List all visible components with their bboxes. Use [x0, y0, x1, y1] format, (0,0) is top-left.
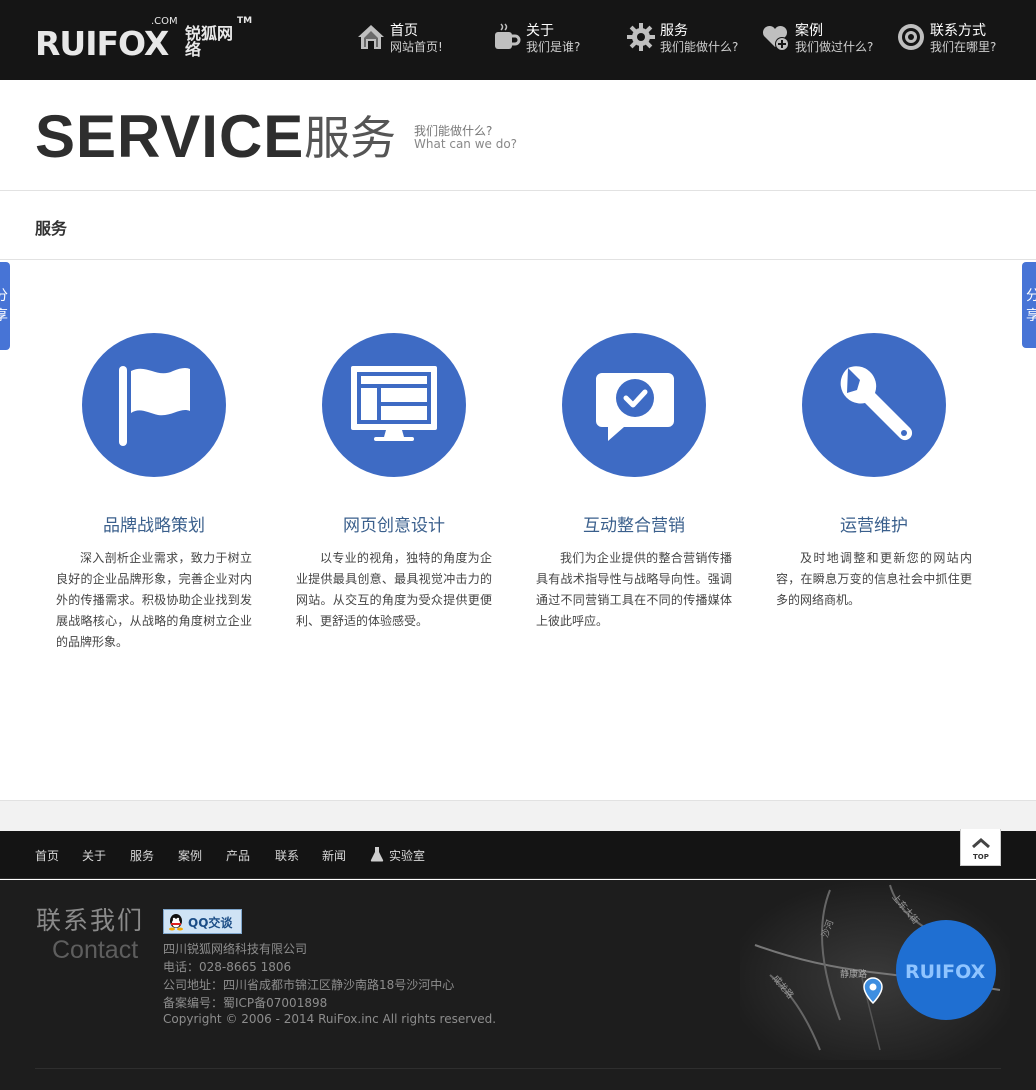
nav-title: 关于: [526, 23, 554, 39]
company-name: 四川锐狐网络科技有限公司: [163, 942, 308, 956]
footer-nav-service[interactable]: 服务: [130, 847, 154, 864]
page-title-en: SERVICE: [35, 103, 305, 170]
chat-check-icon: [596, 373, 674, 441]
footer-nav-products[interactable]: 产品: [226, 847, 250, 864]
copyright: Copyright © 2006 - 2014 RuiFox.inc All r…: [163, 1012, 497, 1026]
chevron-up-icon: [972, 838, 990, 849]
nav-title: 联系方式: [930, 23, 986, 39]
footer-nav-home[interactable]: 首页: [35, 847, 59, 864]
page-subtitle-en: What can we do?: [414, 137, 518, 151]
qq-chat-label: QQ交谈: [188, 916, 233, 930]
footer-nav-news[interactable]: 新闻: [322, 847, 346, 864]
map-badge: RUIFOX: [896, 920, 996, 1020]
nav-subtitle: 网站首页!: [390, 40, 443, 54]
share-label: 分享: [0, 288, 8, 324]
contact-heading-cn: 联系我们: [36, 906, 145, 935]
map-badge-text: RUIFOX: [905, 961, 986, 983]
flask-icon: [370, 847, 384, 862]
logo-tm: TM: [237, 16, 253, 26]
service-card-maintenance: 运营维护 及时地调整和更新您的网站内容，在瞬息万变的信息社会中抓住更多的网络商机…: [764, 333, 984, 611]
service-description: 及时地调整和更新您的网站内容，在瞬息万变的信息社会中抓住更多的网络商机。: [776, 551, 972, 607]
share-tab-left[interactable]: 分享: [0, 262, 10, 350]
flag-icon: [119, 366, 190, 446]
service-icon-circle: [802, 333, 946, 477]
service-title: 网页创意设计: [343, 516, 445, 536]
map-pin-icon: [863, 977, 883, 1005]
nav-subtitle: 我们是谁?: [526, 40, 581, 54]
service-card-web-design: 网页创意设计 以专业的视角，独特的角度为企业提供最具创意、最具视觉冲击力的网站。…: [284, 333, 504, 632]
service-icon-circle: [82, 333, 226, 477]
footer-nav: 首页 关于 服务 案例 产品 联系 新闻 实验室: [0, 831, 1036, 879]
service-title: 品牌战略策划: [103, 516, 205, 536]
service-title: 互动整合营销: [583, 516, 685, 536]
target-icon: [898, 24, 924, 50]
footer-nav-about[interactable]: 关于: [82, 847, 106, 864]
footer-nav-lab[interactable]: 实验室: [389, 847, 425, 864]
nav-title: 首页: [390, 23, 418, 39]
footer-divider: [35, 1068, 1001, 1069]
heart-plus-icon: [762, 25, 789, 51]
company-address: 公司地址：四川省成都市锦江区静沙南路18号沙河中心: [163, 978, 455, 992]
nav-title: 案例: [795, 23, 823, 39]
qq-penguin-icon: [169, 914, 183, 931]
logo-text: RUIFOX: [35, 24, 169, 63]
breadcrumb-current: 服务: [35, 219, 68, 238]
nav-subtitle: 我们做过什么?: [795, 40, 874, 54]
back-to-top-button[interactable]: TOP: [960, 829, 1001, 866]
logo[interactable]: .COM RUIFOX 锐狐网络 TM: [35, 16, 253, 63]
wrench-icon: [840, 366, 913, 441]
site-footer: 联系我们 Contact QQ交谈 四川锐狐网络科技有限公司 电话：028-86…: [0, 880, 1036, 1090]
company-phone: 电话：028-8665 1806: [163, 960, 292, 974]
site-header: .COM RUIFOX 锐狐网络 TM 首页 网站首页! 关于 我们是谁? 服务…: [0, 0, 1036, 80]
logo-cn: 锐狐网络: [185, 24, 234, 59]
service-card-marketing: 互动整合营销 我们为企业提供的整合营销传播具有战术指导性与战略导向性。强调通过不…: [524, 333, 744, 632]
back-to-top-label: TOP: [973, 853, 989, 861]
company-icp: 备案编号：蜀ICP备07001898: [163, 996, 328, 1010]
nav-subtitle: 我们能做什么?: [660, 40, 739, 54]
coffee-cup-icon: [495, 23, 521, 49]
nav-subtitle: 我们在哪里?: [930, 40, 997, 54]
nav-title: 服务: [660, 23, 688, 39]
location-map[interactable]: 沙河 上东大街 静康路 成龙路 RUIFOX: [740, 880, 1010, 1060]
service-icon-circle: [562, 333, 706, 477]
share-label: 分享: [1026, 288, 1036, 324]
share-tab-right[interactable]: 分享: [1022, 262, 1036, 348]
footer-nav-cases[interactable]: 案例: [178, 847, 202, 864]
service-icon-circle: [322, 333, 466, 477]
contact-heading-en: Contact: [52, 936, 139, 964]
home-icon: [358, 25, 384, 49]
monitor-icon: [351, 366, 437, 441]
page-title-cn: 服务: [304, 111, 396, 165]
service-description: 我们为企业提供的整合营销传播具有战术指导性与战略导向性。强调通过不同营销工具在不…: [536, 551, 732, 628]
footer-nav-contact[interactable]: 联系: [275, 847, 299, 864]
service-title: 运营维护: [840, 516, 908, 536]
page-banner: SERVICE 服务 我们能做什么? What can we do?: [0, 80, 1036, 191]
service-card-brand: 品牌战略策划 深入剖析企业需求，致力于树立良好的企业品牌形象，完善企业对内外的传…: [44, 333, 264, 653]
breadcrumb: 服务: [0, 191, 1036, 260]
service-description: 深入剖析企业需求，致力于树立良好的企业品牌形象，完善企业对内外的传播需求。积极协…: [56, 551, 252, 649]
section-divider: [0, 800, 1036, 831]
service-description: 以专业的视角，独特的角度为企业提供最具创意、最具视觉冲击力的网站。从交互的角度为…: [296, 551, 492, 628]
qq-chat-button[interactable]: QQ交谈: [163, 909, 242, 934]
gear-icon: [627, 23, 655, 51]
